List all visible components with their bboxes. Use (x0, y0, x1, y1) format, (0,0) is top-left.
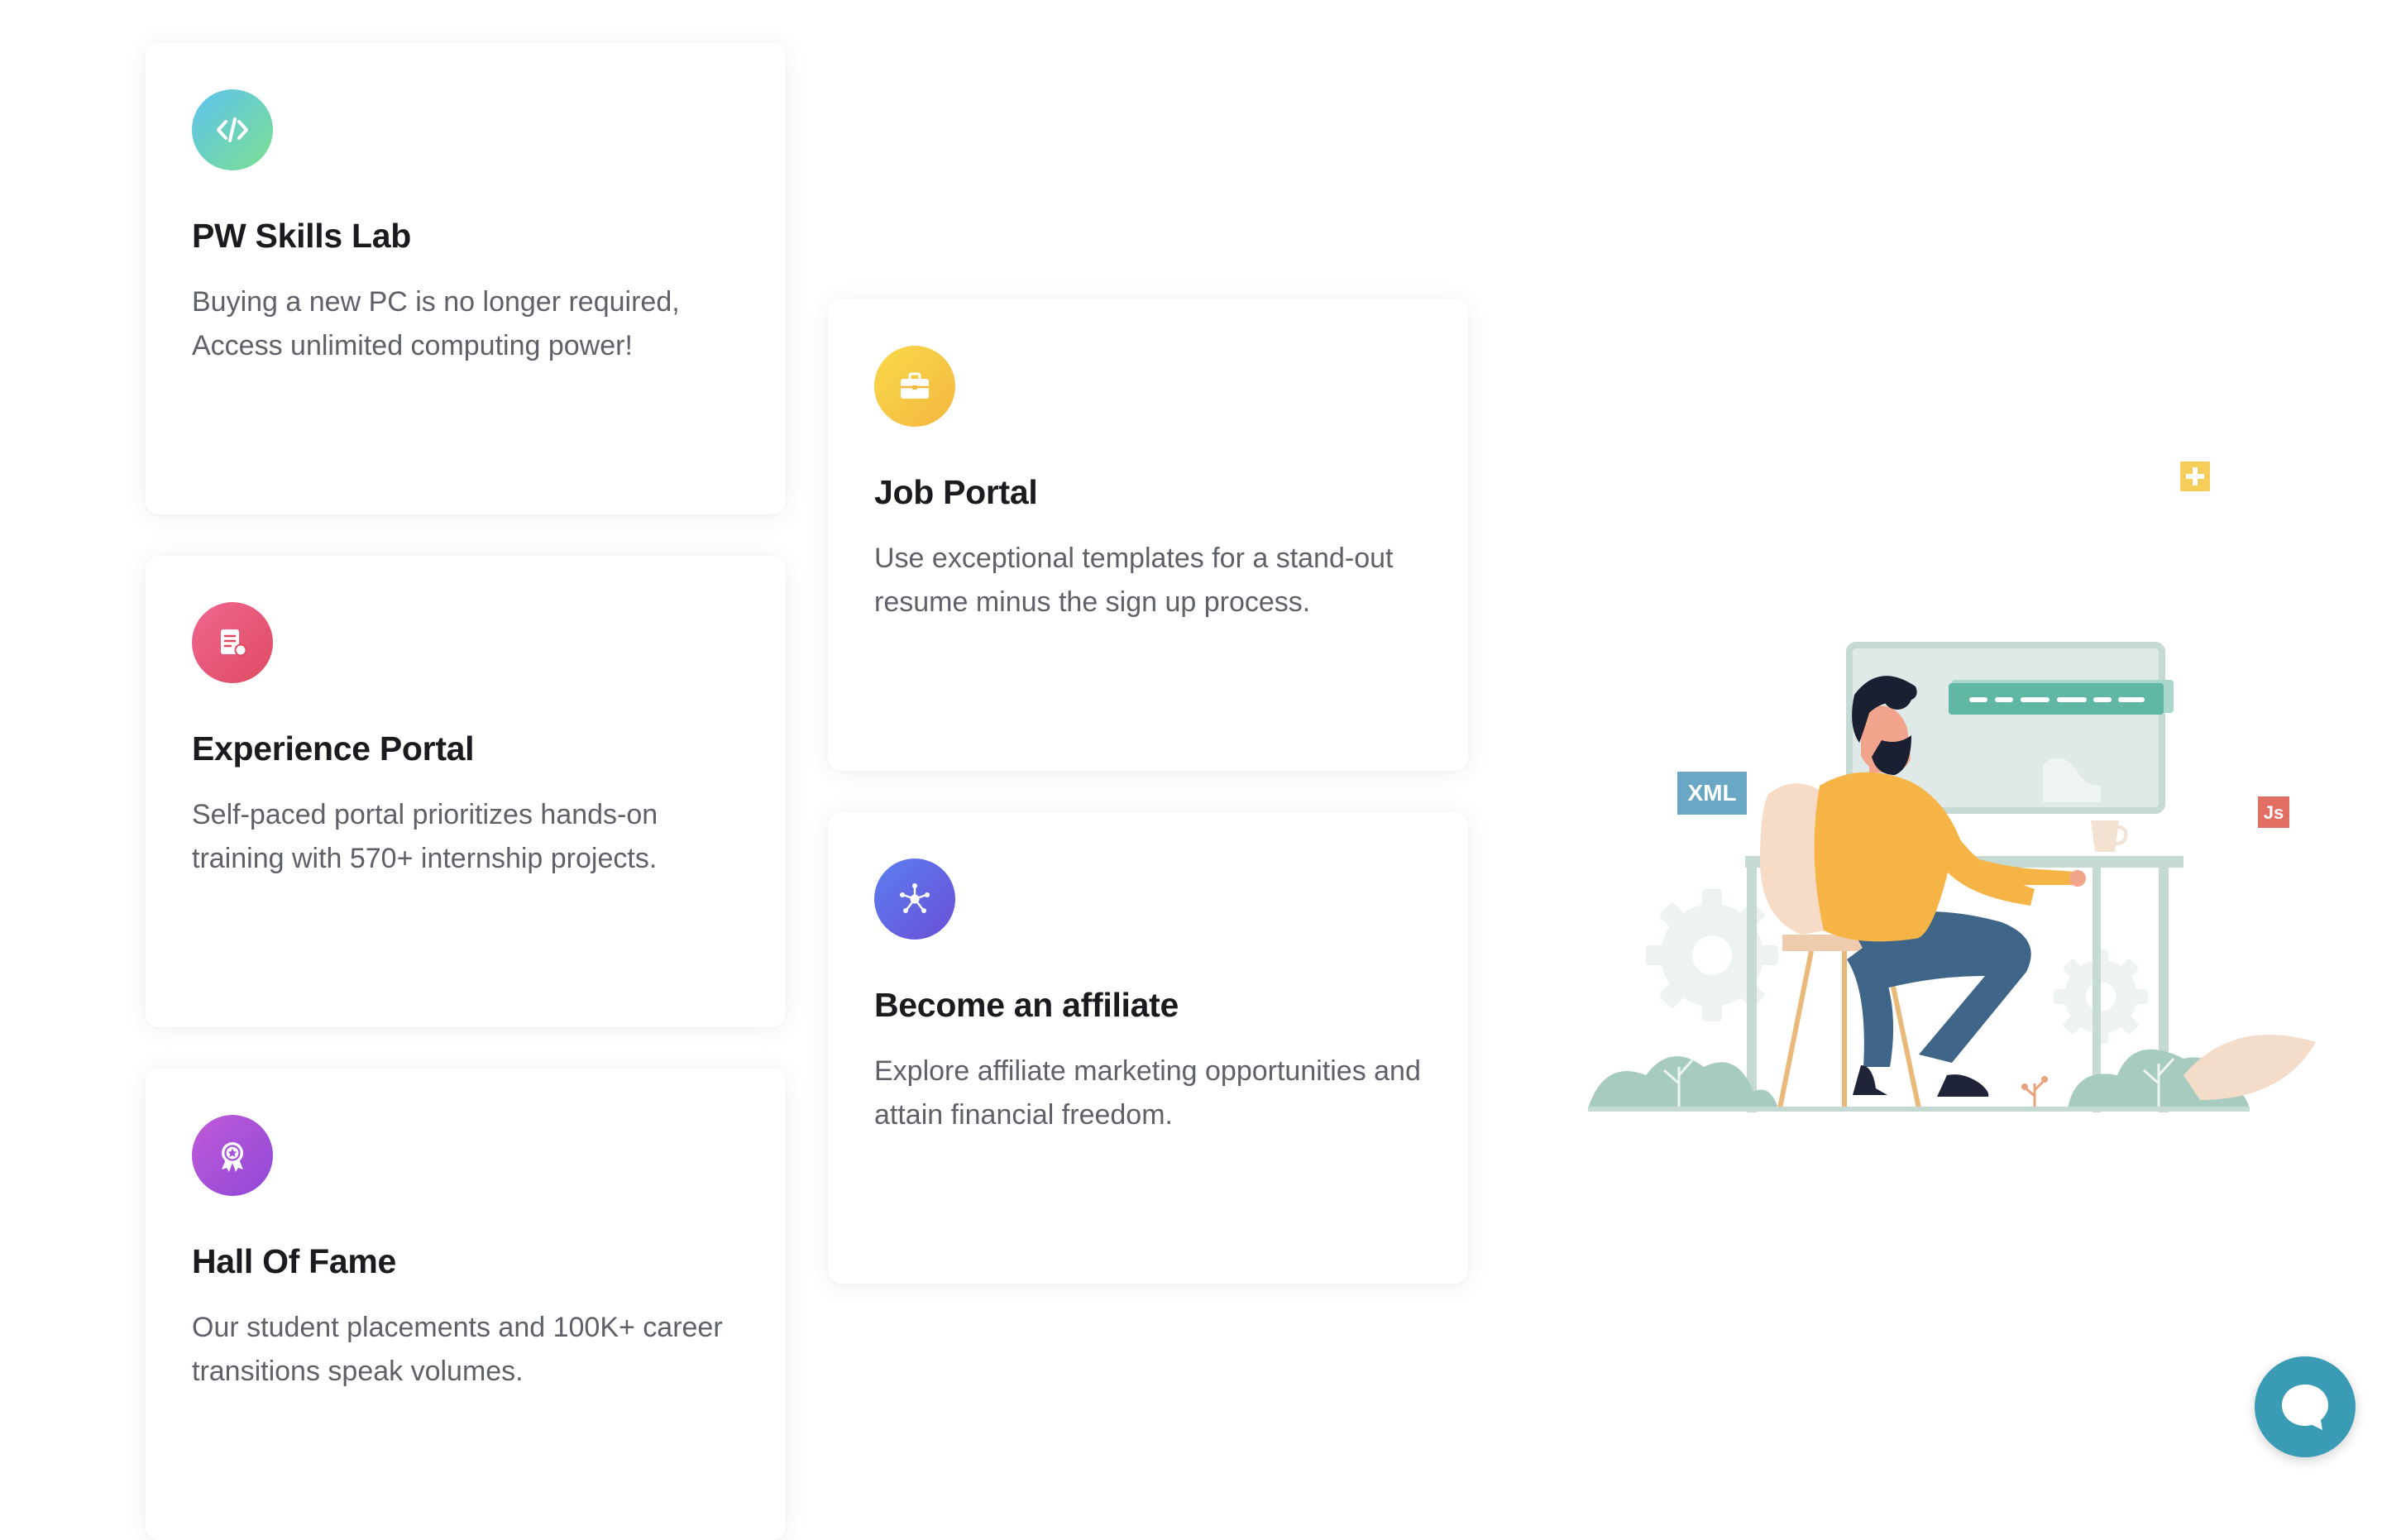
gear-left-icon (1646, 889, 1778, 1021)
card-experience-portal[interactable]: Experience Portal Self-paced portal prio… (146, 556, 786, 1027)
card-pw-skills-lab[interactable]: PW Skills Lab Buying a new PC is no long… (146, 43, 786, 514)
developer-illustration: XML Js (1588, 642, 2316, 1112)
card-title: PW Skills Lab (192, 217, 411, 255)
code-icon (192, 89, 273, 170)
card-description: Buying a new PC is no longer required, A… (192, 286, 680, 361)
card-description: Use exceptional templates for a stand-ou… (874, 543, 1394, 618)
card-description: Our student placements and 100K+ career … (192, 1312, 723, 1387)
card-title: Become an affiliate (874, 986, 1179, 1024)
card-title: Experience Portal (192, 729, 475, 768)
card-title: Hall Of Fame (192, 1242, 397, 1280)
card-title: Job Portal (874, 473, 1038, 511)
award-icon (192, 1115, 273, 1196)
card-description: Self-paced portal prioritizes hands-on t… (192, 799, 658, 874)
card-job-portal[interactable]: Job Portal Use exceptional templates for… (828, 299, 1468, 771)
xml-tag: XML (1677, 772, 1747, 815)
xml-tag-label: XML (1687, 780, 1736, 806)
briefcase-icon (874, 346, 955, 427)
chat-button[interactable] (2255, 1356, 2356, 1457)
js-tag: Js (2258, 796, 2289, 828)
certificate-icon (192, 602, 273, 683)
js-tag-label: Js (2264, 802, 2284, 823)
card-description: Explore affiliate marketing opportunitie… (874, 1055, 1421, 1131)
chat-bubble-icon (2282, 1385, 2328, 1430)
card-hall-of-fame[interactable]: Hall Of Fame Our student placements and … (146, 1069, 786, 1540)
network-icon (874, 858, 955, 940)
card-become-affiliate[interactable]: Become an affiliate Explore affiliate ma… (828, 812, 1468, 1284)
